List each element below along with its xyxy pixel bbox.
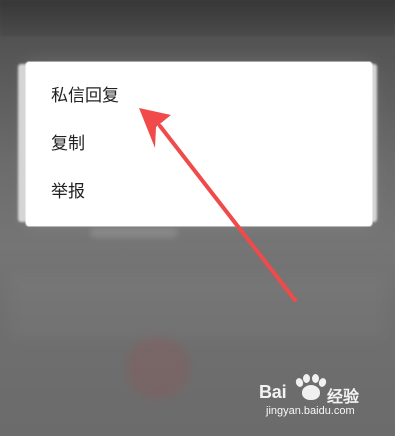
menu-item-copy[interactable]: 复制 (26, 120, 372, 168)
menu-item-label: 举报 (51, 181, 85, 202)
menu-item-private-reply[interactable]: 私信回复 (26, 72, 372, 120)
watermark-brand-left: Bai (259, 382, 287, 402)
context-menu: 私信回复 复制 举报 (26, 62, 372, 226)
paw-icon (293, 374, 331, 404)
baidu-jingyan-watermark: Bai 经验 jingyan.baidu.com (259, 372, 387, 420)
menu-item-label: 私信回复 (51, 85, 119, 106)
top-blur-area (0, 0, 395, 36)
menu-item-label: 复制 (51, 133, 85, 154)
background-content-row (10, 274, 385, 340)
background-text-line (90, 228, 178, 238)
watermark-url: jingyan.baidu.com (266, 405, 355, 417)
watermark-brand-right: 经验 (327, 389, 360, 406)
menu-item-report[interactable]: 举报 (26, 168, 372, 216)
